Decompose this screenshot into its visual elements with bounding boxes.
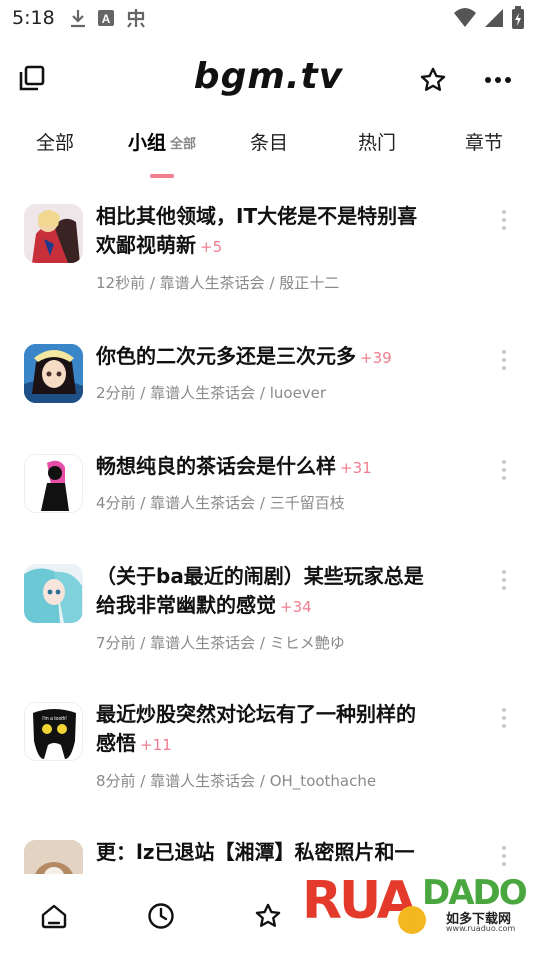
topic-title: 畅想纯良的茶话会是什么样 +31 xyxy=(96,452,480,483)
reply-count: +11 xyxy=(140,736,172,754)
download-icon xyxy=(70,10,85,28)
topic-title-line: 欢鄙视萌新 xyxy=(96,233,196,257)
status-time: 5:18 xyxy=(12,7,55,29)
nav-timeline-button[interactable] xyxy=(143,898,179,934)
tab-subjects[interactable]: 条目 xyxy=(244,128,294,172)
notification-icon xyxy=(126,9,145,28)
svg-text:DADO: DADO xyxy=(422,873,527,913)
watermark-url: www.ruaduo.com xyxy=(446,924,516,933)
watermark-logo: RUA DADO 如多下载网 www.ruaduo.com xyxy=(300,860,530,950)
topic-title-line: 相比其他领域，IT大佬是不是特别喜 xyxy=(96,204,418,228)
topic-title-line: 你色的二次元多还是三次元多 xyxy=(96,344,356,368)
reply-count: +34 xyxy=(280,598,312,616)
tab-label: 热门 xyxy=(357,132,396,154)
tab-label: 章节 xyxy=(464,132,503,154)
tab-hot[interactable]: 热门 xyxy=(352,128,402,172)
topic-meta: 12秒前 / 靠谱人生茶话会 / 殷正十二 xyxy=(96,274,340,292)
avatar[interactable] xyxy=(24,344,83,403)
more-options-button[interactable] xyxy=(480,62,516,98)
avatar[interactable]: I'm a tooth! xyxy=(24,702,83,761)
status-right xyxy=(453,6,525,30)
list-item[interactable]: 畅想纯良的茶话会是什么样 +31 4分前 / 靠谱人生茶话会 / 三千留百枝 xyxy=(0,444,537,534)
topic-title: （关于ba最近的闹剧）某些玩家总是 给我非常幽默的感觉 +34 xyxy=(96,562,480,622)
list-item[interactable]: 你色的二次元多还是三次元多 +39 2分前 / 靠谱人生茶话会 / luoever xyxy=(0,334,537,424)
tab-sublabel: 全部 xyxy=(170,137,197,152)
topic-title-line: （关于ba最近的闹剧）某些玩家总是 xyxy=(96,564,424,588)
tab-episodes[interactable]: 章节 xyxy=(459,128,509,172)
home-icon xyxy=(41,904,67,929)
tab-groups[interactable]: 小组 全部 xyxy=(122,128,202,172)
topic-title-line: 最近炒股突然对论坛有了一种别样的 xyxy=(96,702,416,726)
reply-count: +39 xyxy=(360,349,392,367)
svg-text:A: A xyxy=(101,12,110,26)
signal-icon xyxy=(485,9,503,27)
more-horizontal-icon xyxy=(485,77,511,83)
topic-title: 相比其他领域，IT大佬是不是特别喜 欢鄙视萌新 +5 xyxy=(96,202,480,262)
topic-title-line: 给我非常幽默的感觉 xyxy=(96,593,276,617)
avatar[interactable] xyxy=(24,204,83,263)
item-more-button[interactable] xyxy=(494,208,514,232)
list-item[interactable]: I'm a tooth! 最近炒股突然对论坛有了一种别样的 感悟 +11 8分前 … xyxy=(0,692,537,812)
nav-home-button[interactable] xyxy=(36,898,72,934)
topic-meta: 4分前 / 靠谱人生茶话会 / 三千留百枝 xyxy=(96,494,345,512)
star-icon xyxy=(255,903,281,927)
clock-icon xyxy=(148,903,174,929)
item-more-button[interactable] xyxy=(494,348,514,372)
reply-count: +31 xyxy=(340,459,372,477)
tab-label: 条目 xyxy=(249,132,288,154)
app-bar: bgm.tv xyxy=(0,48,537,108)
avatar[interactable] xyxy=(24,840,83,874)
wifi-icon xyxy=(454,8,476,27)
topic-meta: 2分前 / 靠谱人生茶话会 / luoever xyxy=(96,384,327,402)
tab-all[interactable]: 全部 xyxy=(30,128,80,172)
topic-title: 你色的二次元多还是三次元多 +39 xyxy=(96,342,480,373)
avatar[interactable] xyxy=(24,454,83,513)
status-bar: 5:18 A xyxy=(0,0,537,36)
star-icon xyxy=(420,67,446,91)
a-icon: A xyxy=(97,10,114,26)
battery-icon xyxy=(512,6,524,29)
watermark-graphic: RUA DADO xyxy=(302,871,529,934)
avatar[interactable] xyxy=(24,564,83,623)
reply-count: +5 xyxy=(200,238,223,256)
tab-label: 小组 xyxy=(127,132,166,154)
item-more-button[interactable] xyxy=(494,706,514,730)
tab-indicator xyxy=(150,174,174,178)
item-more-button[interactable] xyxy=(494,568,514,592)
item-more-button[interactable] xyxy=(494,458,514,482)
tab-bar: 全部 小组 全部 条目 热门 章节 xyxy=(0,120,537,180)
list-item[interactable]: （关于ba最近的闹剧）某些玩家总是 给我非常幽默的感觉 +34 7分前 / 靠谱人… xyxy=(0,554,537,674)
topic-title-line: 感悟 xyxy=(96,731,136,755)
topic-title: 最近炒股突然对论坛有了一种别样的 感悟 +11 xyxy=(96,700,480,760)
favorite-button[interactable] xyxy=(415,62,451,98)
tab-label: 全部 xyxy=(35,132,74,154)
topic-list: 相比其他领域，IT大佬是不是特别喜 欢鄙视萌新 +5 12秒前 / 靠谱人生茶话会… xyxy=(0,194,537,874)
list-item[interactable]: 相比其他领域，IT大佬是不是特别喜 欢鄙视萌新 +5 12秒前 / 靠谱人生茶话会… xyxy=(0,194,537,304)
status-icons: A xyxy=(69,7,147,29)
topic-meta: 7分前 / 靠谱人生茶话会 / ミヒメ艶ゆ xyxy=(96,634,345,652)
nav-favorites-button[interactable] xyxy=(250,898,286,934)
topic-title-line: 畅想纯良的茶话会是什么样 xyxy=(96,454,336,478)
topic-meta: 8分前 / 靠谱人生茶话会 / OH_toothache xyxy=(96,772,377,790)
app-title: bgm.tv xyxy=(193,56,344,97)
svg-text:I'm a tooth!: I'm a tooth! xyxy=(42,716,67,722)
